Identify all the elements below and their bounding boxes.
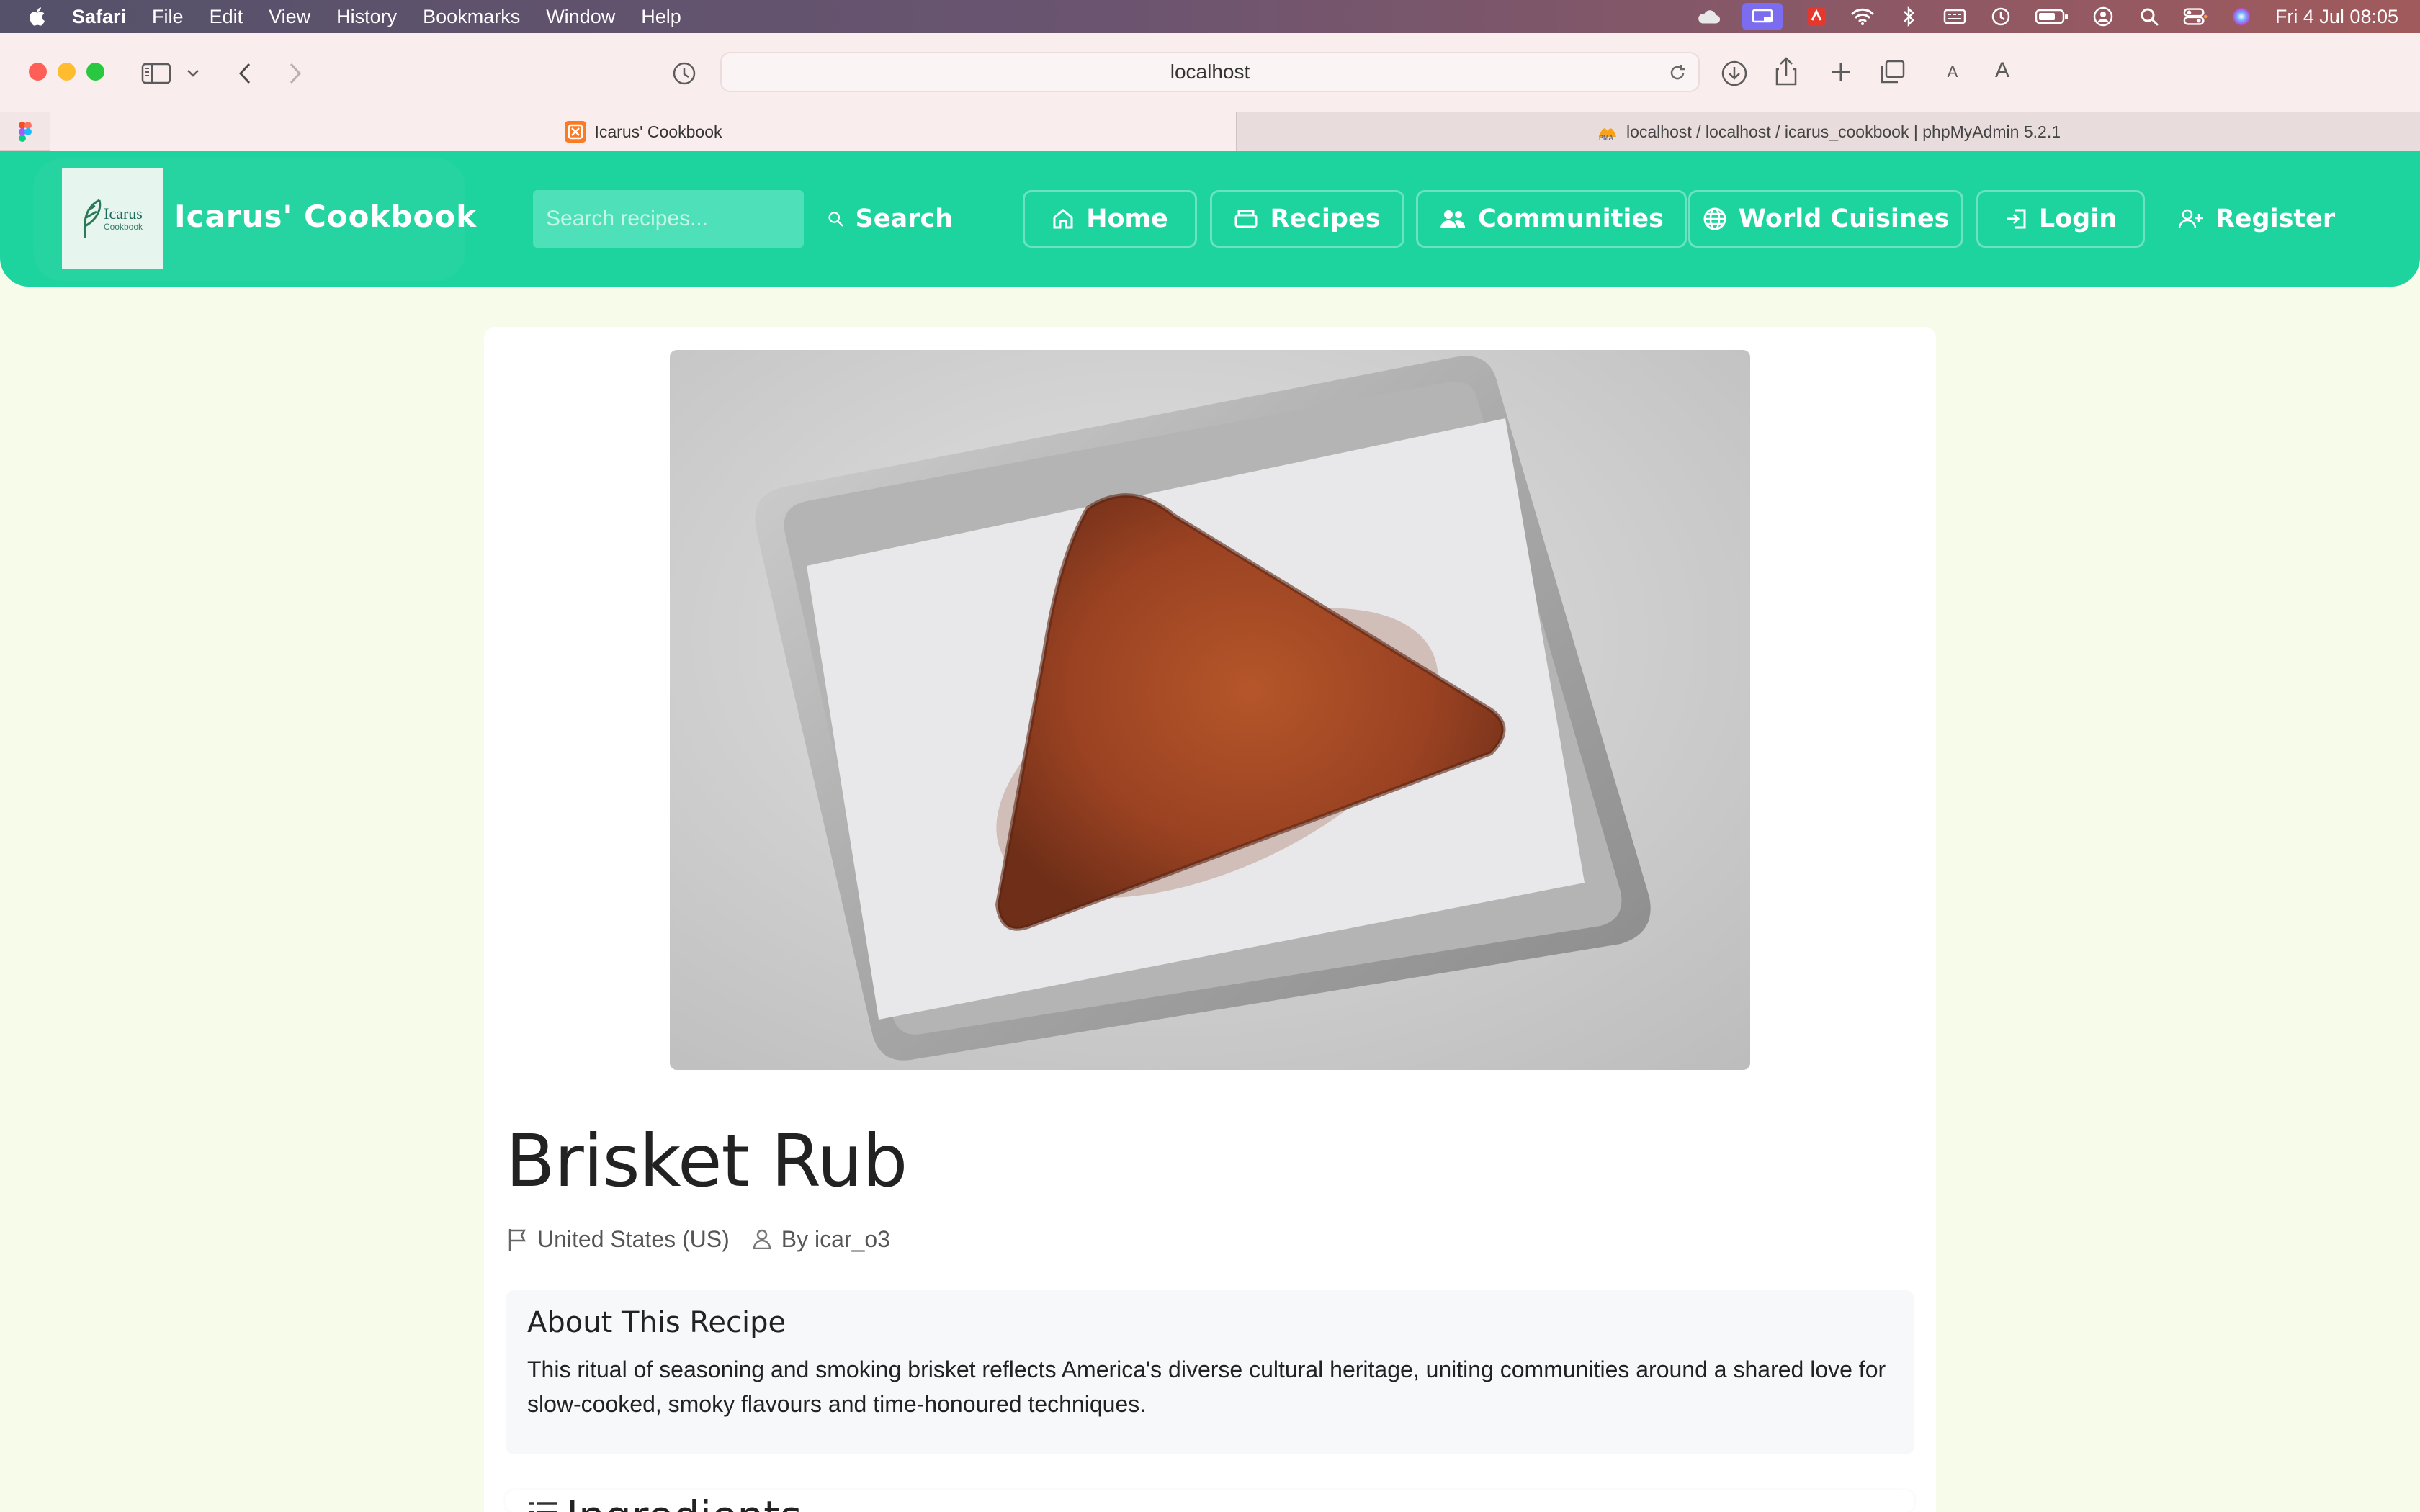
nav-recipes[interactable]: Recipes	[1210, 190, 1404, 248]
search-input[interactable]	[533, 190, 804, 248]
nav-home-label: Home	[1086, 204, 1168, 233]
forward-icon[interactable]	[281, 59, 310, 88]
list-icon	[529, 1502, 557, 1512]
downloads-icon[interactable]	[1718, 58, 1750, 89]
site-logo[interactable]: Icarus Cookbook	[62, 168, 163, 269]
logo-text: Icarus	[104, 204, 143, 222]
bluetooth-icon[interactable]	[1896, 6, 1921, 27]
tab-title: Icarus' Cookbook	[594, 122, 722, 141]
minimize-window-button[interactable]	[58, 63, 76, 81]
address-text: localhost	[1170, 60, 1250, 83]
svg-text:PMA: PMA	[1599, 134, 1614, 141]
history-icon[interactable]	[670, 59, 699, 88]
logo-subtext: Cookbook	[103, 222, 143, 232]
nav-home[interactable]: Home	[1023, 190, 1197, 248]
tab-title: localhost / localhost / icarus_cookbook …	[1626, 122, 2061, 141]
nav-communities[interactable]: Communities	[1416, 190, 1687, 248]
share-icon[interactable]	[1772, 55, 1801, 88]
recipe-author[interactable]: By icar_o3	[753, 1226, 890, 1253]
user-icon[interactable]	[2091, 6, 2115, 27]
cloud-icon[interactable]	[1696, 6, 1721, 27]
xampp-favicon-icon	[564, 121, 586, 143]
new-tab-icon[interactable]	[1827, 58, 1855, 86]
menu-edit[interactable]: Edit	[210, 6, 243, 28]
app-status-icon[interactable]	[1804, 6, 1829, 27]
browser-toolbar: localhost A A	[0, 33, 2420, 112]
menu-history[interactable]: History	[336, 6, 397, 28]
menu-view[interactable]: View	[269, 6, 310, 28]
about-text: This ritual of seasoning and smoking bri…	[527, 1356, 1886, 1417]
nav-world-cuisines-label: World Cuisines	[1738, 204, 1950, 233]
control-center-icon[interactable]	[2183, 6, 2208, 27]
recipe-meta: United States (US) By icar_o3	[507, 1221, 913, 1257]
nav-register[interactable]: Register	[2168, 190, 2345, 248]
menu-help[interactable]: Help	[641, 6, 681, 28]
nav-login[interactable]: Login	[1976, 190, 2145, 248]
login-icon	[2006, 209, 2026, 229]
keyboard-icon[interactable]	[1942, 6, 1967, 27]
siri-icon[interactable]	[2229, 6, 2254, 27]
nav-login-label: Login	[2038, 204, 2118, 233]
font-smaller-icon[interactable]: A	[1942, 59, 1963, 85]
menu-safari[interactable]: Safari	[72, 6, 126, 28]
nav-communities-label: Communities	[1478, 204, 1664, 233]
brand-name[interactable]: Icarus' Cookbook	[174, 199, 477, 234]
zoom-window-button[interactable]	[86, 63, 104, 81]
search-icon	[828, 212, 843, 227]
recipe-card: Brisket Rub United States (US) By icar_o…	[484, 327, 1936, 1512]
close-window-button[interactable]	[29, 63, 47, 81]
menu-bar: Safari File Edit View History Bookmarks …	[0, 0, 2420, 33]
nav-recipes-label: Recipes	[1270, 204, 1381, 233]
apple-icon[interactable]	[27, 6, 49, 27]
about-section: About This Recipe This ritual of seasoni…	[506, 1290, 1914, 1454]
battery-icon[interactable]	[2035, 6, 2069, 27]
font-larger-icon[interactable]: A	[1989, 56, 2015, 85]
menu-file[interactable]: File	[152, 6, 184, 28]
spotlight-icon[interactable]	[2137, 6, 2161, 27]
globe-icon	[1703, 207, 1726, 230]
feather-logo-icon	[83, 199, 102, 238]
menu-window[interactable]: Window	[546, 6, 615, 28]
recipe-book-icon	[1234, 210, 1258, 228]
screen-mirroring-icon[interactable]	[1742, 3, 1783, 30]
nav-world-cuisines[interactable]: World Cuisines	[1688, 190, 1963, 248]
sidebar-toggle-icon[interactable]	[138, 59, 174, 88]
menubar-clock[interactable]: Fri 4 Jul 08:05	[2275, 6, 2398, 28]
recipe-title: Brisket Rub	[506, 1119, 908, 1203]
wifi-icon[interactable]	[1850, 6, 1875, 27]
back-icon[interactable]	[230, 59, 259, 88]
about-heading: About This Recipe	[527, 1306, 786, 1339]
tab-overview-icon[interactable]	[1878, 58, 1907, 86]
search-button[interactable]: Search	[825, 190, 955, 248]
tab-phpmyadmin[interactable]: PMA localhost / localhost / icarus_cookb…	[1236, 112, 2420, 151]
reload-icon[interactable]	[1667, 62, 1688, 84]
home-icon	[1053, 209, 1073, 229]
address-bar[interactable]: localhost	[720, 52, 1700, 92]
phpmyadmin-favicon-icon: PMA	[1596, 121, 1618, 143]
users-icon	[1440, 210, 1466, 228]
pinned-tab-figma[interactable]	[0, 112, 50, 151]
recipe-author-label: By icar_o3	[781, 1225, 890, 1252]
user-icon	[753, 1229, 771, 1249]
menu-bookmarks[interactable]: Bookmarks	[423, 6, 520, 28]
time-machine-icon[interactable]	[1989, 6, 2013, 27]
ingredients-heading: Ingredients	[566, 1492, 802, 1512]
tab-bar: Icarus' Cookbook PMA localhost / localho…	[0, 112, 2420, 151]
flag-icon	[508, 1229, 526, 1251]
search-button-label: Search	[855, 204, 954, 233]
ingredients-section: Ingredients	[506, 1490, 1914, 1512]
chevron-down-icon[interactable]	[184, 65, 202, 82]
site-header: Icarus Cookbook Icarus' Cookbook Search …	[0, 151, 2420, 287]
tab-icarus-cookbook[interactable]: Icarus' Cookbook	[50, 112, 1236, 151]
recipe-country[interactable]: United States (US)	[507, 1226, 730, 1253]
nav-register-label: Register	[2215, 204, 2336, 233]
figma-icon	[18, 122, 32, 142]
recipe-photo	[670, 350, 1750, 1070]
user-plus-icon	[2178, 209, 2203, 229]
recipe-country-label: United States (US)	[537, 1225, 730, 1252]
